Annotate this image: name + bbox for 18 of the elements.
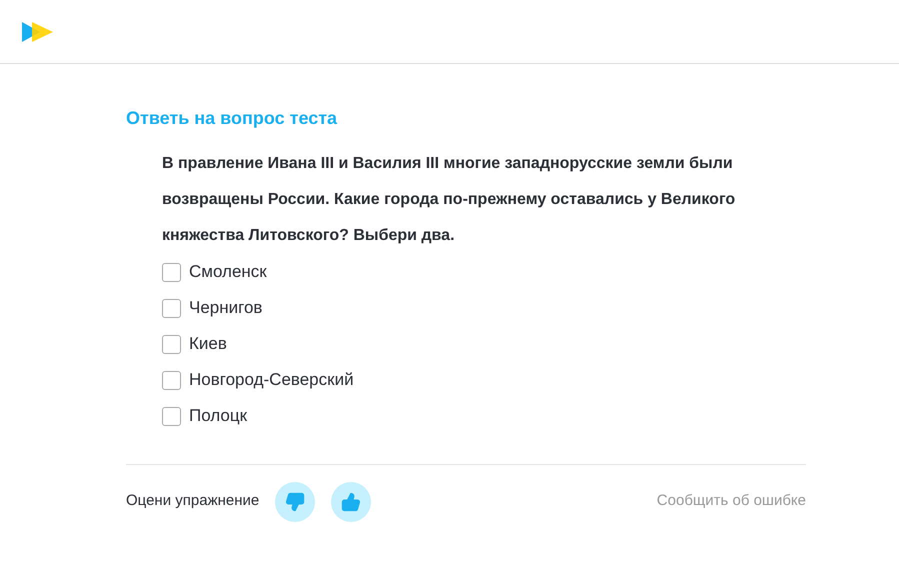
section-title: Ответь на вопрос теста bbox=[126, 107, 338, 130]
logo-icon[interactable] bbox=[20, 20, 54, 44]
option-label[interactable]: Чернигов bbox=[189, 295, 262, 321]
like-button[interactable] bbox=[331, 482, 372, 522]
checkbox[interactable] bbox=[162, 406, 181, 426]
thumbs-down-icon bbox=[285, 492, 306, 512]
question-text: В правление Ивана III и Василия III многие западнорусские земли были возвращены России. Какие города по-прежнему оставались у Великого княжества Литовского? Выбери два. bbox=[162, 154, 736, 246]
thumbs-up-icon bbox=[341, 492, 362, 512]
option-label[interactable]: Новгород-Северский bbox=[189, 367, 354, 393]
checkbox[interactable] bbox=[162, 298, 181, 318]
rate-label: Оцени упражнение bbox=[126, 491, 260, 512]
option-label[interactable]: Смоленск bbox=[189, 259, 267, 285]
checkbox[interactable] bbox=[162, 370, 181, 390]
option-label[interactable]: Киев bbox=[189, 331, 227, 357]
checkbox[interactable] bbox=[162, 334, 181, 354]
option-label[interactable]: Полоцк bbox=[189, 403, 248, 429]
checkbox[interactable] bbox=[162, 262, 181, 282]
dislike-button[interactable] bbox=[275, 482, 316, 522]
